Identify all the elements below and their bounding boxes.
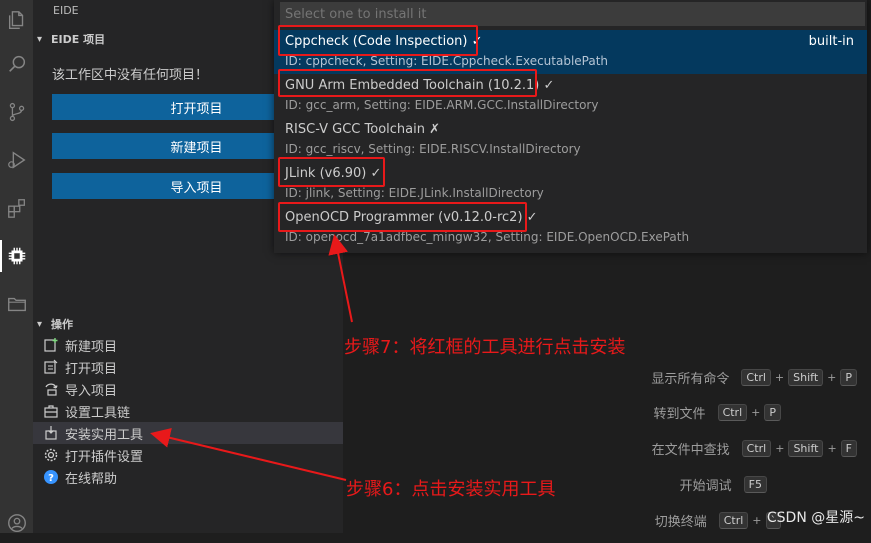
op-label: 安装实用工具 [65, 427, 144, 443]
op-label: 设置工具链 [65, 405, 131, 421]
chevron-down-icon: ▾ [37, 33, 43, 45]
folder-icon[interactable] [0, 284, 33, 324]
highlight-box-cppcheck [278, 25, 478, 56]
step6-annotation: 步骤6：点击安装实用工具 [346, 479, 556, 500]
open-project-icon [42, 358, 60, 376]
toolchain-icon [42, 402, 60, 420]
key: Ctrl [741, 368, 771, 386]
shortcut-start-debugging: 开始调试 F5 [680, 474, 767, 494]
ops-section-header[interactable]: ▾ 操作 [33, 314, 343, 334]
op-label: 新建项目 [65, 339, 118, 355]
op-open-settings[interactable]: 打开插件设置 [33, 444, 343, 466]
csdn-watermark: CSDN @星源~ [766, 510, 865, 526]
key: Ctrl [717, 403, 748, 421]
ops-section-title: 操作 [51, 318, 73, 331]
account-icon[interactable] [0, 503, 33, 543]
op-label: 打开插件设置 [65, 449, 144, 465]
extensions-icon[interactable] [0, 188, 33, 228]
activity-bar [0, 0, 33, 533]
step7-annotation: 步骤7：将红框的工具进行点击安装 [344, 337, 626, 358]
key: Ctrl [741, 439, 772, 457]
key: Shift [788, 439, 824, 457]
highlight-box-jlink [278, 157, 385, 187]
op-set-toolchain[interactable]: 设置工具链 [33, 400, 343, 422]
new-project-icon [42, 336, 60, 354]
op-online-help[interactable]: ? 在线帮助 [33, 466, 343, 488]
builtin-badge: built-in [808, 34, 854, 49]
explorer-icon[interactable] [0, 0, 33, 40]
op-new-project[interactable]: 新建项目 [33, 334, 343, 356]
source-control-icon[interactable] [0, 92, 33, 132]
qp-item-riscv-gcc[interactable]: RISC-V GCC Toolchain ✗ ID: gcc_riscv, Se… [274, 118, 867, 162]
svg-text:?: ? [48, 473, 54, 484]
project-section-title: EIDE 项目 [51, 33, 106, 46]
install-tools-icon [42, 424, 60, 442]
key: Shift [788, 368, 824, 386]
help-icon: ? [42, 468, 60, 486]
run-debug-icon[interactable] [0, 140, 33, 180]
shortcut-find-in-files: 在文件中查找 Ctrl + Shift + F [652, 438, 857, 458]
op-label: 在线帮助 [65, 471, 118, 487]
chevron-down-icon: ▾ [37, 318, 43, 330]
op-install-tools[interactable]: 安装实用工具 [33, 422, 343, 444]
settings-gear-icon [42, 446, 60, 464]
eide-chip-icon[interactable] [0, 236, 33, 276]
shortcut-toggle-terminal: 切换终端 Ctrl + ` [655, 510, 781, 530]
op-label: 导入项目 [65, 383, 118, 399]
highlight-box-gcc-arm [278, 69, 537, 97]
key: F5 [743, 475, 767, 493]
op-open-project[interactable]: 打开项目 [33, 356, 343, 378]
op-label: 打开项目 [65, 361, 118, 377]
key: P [840, 368, 857, 386]
shortcut-show-commands: 显示所有命令 Ctrl + Shift + P [651, 367, 857, 387]
import-project-icon [42, 380, 60, 398]
shortcut-go-to-file: 转到文件 Ctrl + P [654, 402, 781, 422]
key: P [764, 403, 781, 421]
quick-pick-input[interactable] [280, 2, 865, 26]
empty-workspace-message: 该工作区中没有任何项目！ [52, 68, 209, 83]
sidebar-title: EIDE [53, 4, 79, 17]
key: Ctrl [718, 511, 749, 529]
search-icon[interactable] [0, 44, 33, 84]
highlight-box-openocd [278, 202, 527, 232]
key: F [840, 439, 857, 457]
op-import-project[interactable]: 导入项目 [33, 378, 343, 400]
